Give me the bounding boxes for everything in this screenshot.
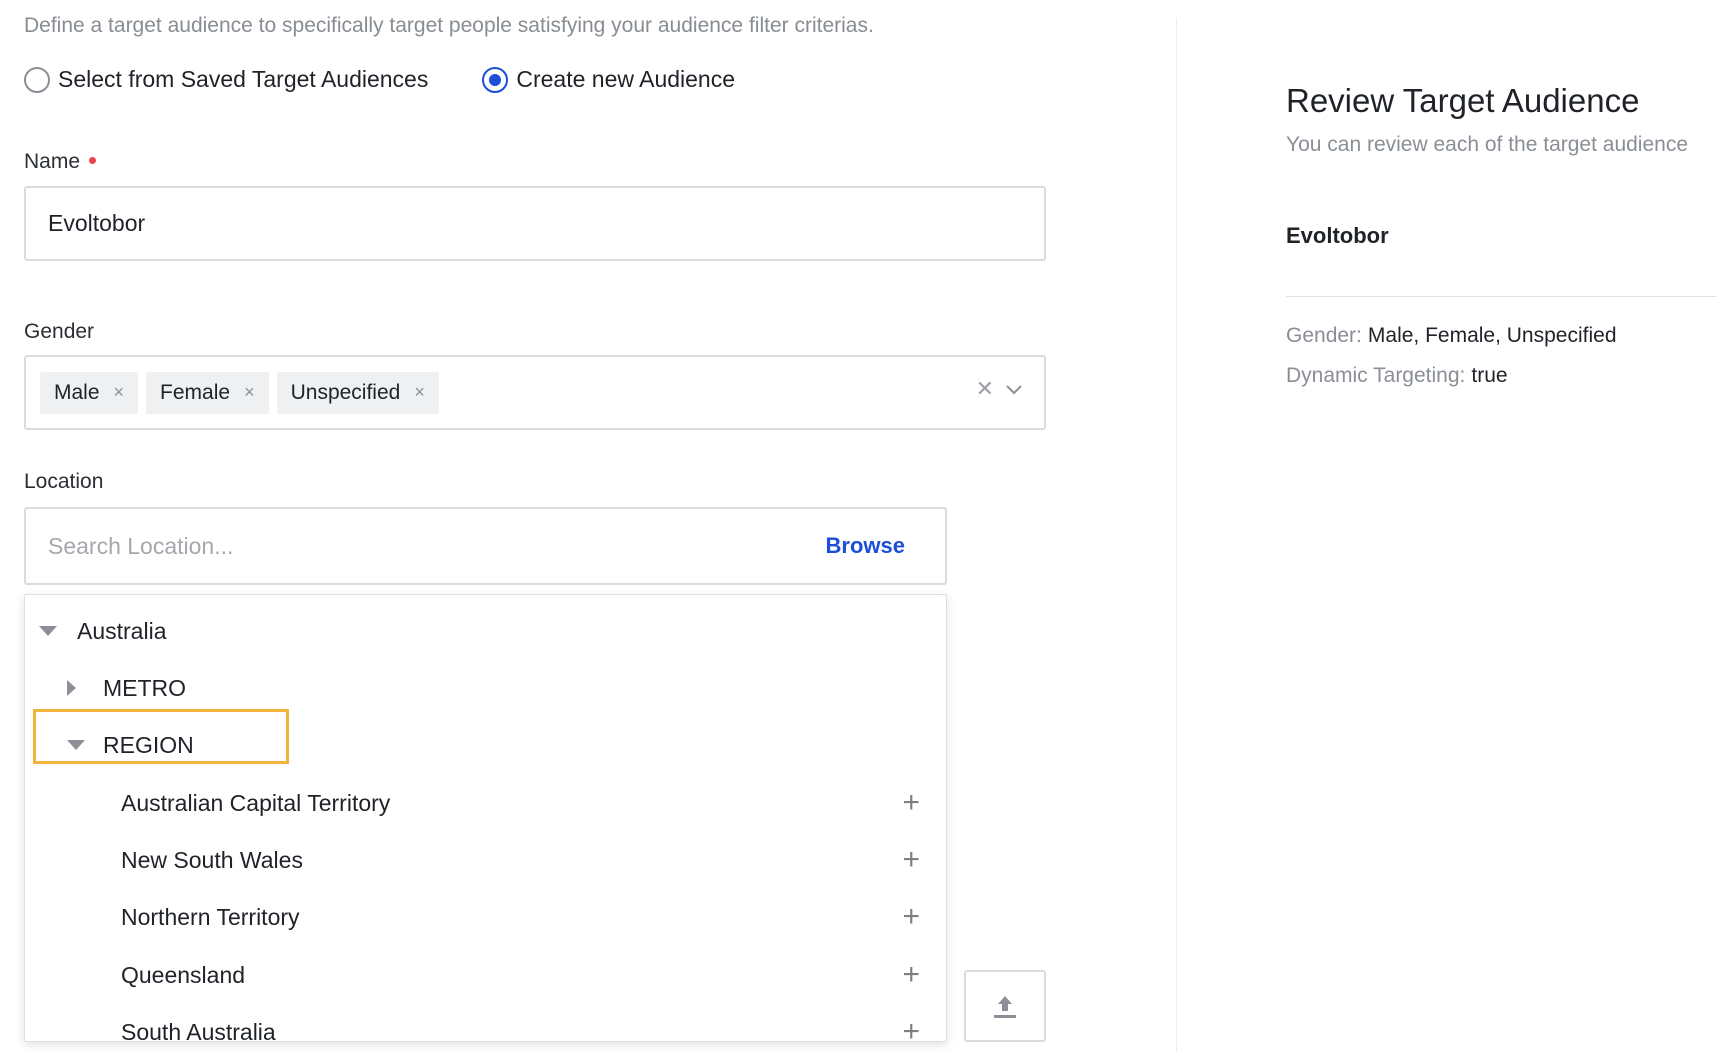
chip-label: Unspecified <box>290 380 401 404</box>
caret-down-icon[interactable] <box>67 740 85 750</box>
review-gender-value: Male, Female, Unspecified <box>1367 324 1617 347</box>
intro-text: Define a target audience to specifically… <box>24 14 874 37</box>
chip-remove-icon[interactable]: × <box>414 382 425 403</box>
tree-node-region[interactable]: REGION <box>25 717 946 773</box>
caret-down-icon[interactable] <box>39 626 57 636</box>
name-label: Name <box>24 150 97 174</box>
plus-icon[interactable]: + <box>902 788 920 818</box>
tree-leaf-label: New South Wales <box>121 846 303 873</box>
chip-remove-icon[interactable]: × <box>114 382 125 403</box>
location-search-input[interactable] <box>26 509 786 583</box>
tree-node-label: METRO <box>103 674 187 701</box>
tree-leaf-nt[interactable]: Northern Territory + <box>25 889 946 945</box>
plus-icon[interactable]: + <box>902 1017 920 1042</box>
chip-label: Female <box>160 380 231 404</box>
tree-leaf-label: Australian Capital Territory <box>121 789 391 816</box>
chip-remove-icon[interactable]: × <box>244 382 255 403</box>
gender-chip-male: Male × <box>40 371 139 414</box>
name-input[interactable] <box>24 186 1046 261</box>
radio-create-indicator[interactable] <box>482 66 509 93</box>
plus-icon[interactable]: + <box>902 902 920 932</box>
location-search-box: Browse <box>24 507 947 585</box>
gender-multiselect[interactable]: Male × Female × Unspecified × ✕ <box>24 355 1046 430</box>
required-indicator <box>89 156 97 164</box>
review-divider <box>1286 296 1716 297</box>
chevron-down-icon[interactable] <box>1004 382 1024 396</box>
gender-label: Gender <box>24 320 95 343</box>
radio-saved-label: Select from Saved Target Audiences <box>58 66 429 92</box>
upload-button[interactable] <box>964 970 1046 1042</box>
location-label: Location <box>24 470 104 493</box>
review-gender-key: Gender: <box>1286 324 1362 347</box>
tree-node-label: Australia <box>77 617 167 644</box>
radio-create-label: Create new Audience <box>516 66 736 92</box>
plus-icon[interactable]: + <box>902 960 920 990</box>
chip-label: Male <box>54 380 100 404</box>
tree-node-australia[interactable]: Australia <box>25 603 946 659</box>
caret-right-icon[interactable] <box>67 680 76 696</box>
gender-chip-unspecified: Unspecified × <box>276 371 439 414</box>
upload-icon <box>994 996 1016 1018</box>
panel-divider <box>1176 18 1177 1052</box>
tree-leaf-sa[interactable]: South Australia + <box>25 1004 946 1042</box>
tree-leaf-nsw[interactable]: New South Wales + <box>25 832 946 888</box>
tree-leaf-act[interactable]: Australian Capital Territory + <box>25 775 946 831</box>
review-dynamic-key: Dynamic Targeting: <box>1286 364 1466 387</box>
location-tree: Australia METRO REGION Australian Capita… <box>24 594 947 1042</box>
review-dynamic-line: Dynamic Targeting: true <box>1286 364 1508 388</box>
browse-button[interactable]: Browse <box>826 533 905 559</box>
tree-leaf-qld[interactable]: Queensland + <box>25 947 946 1003</box>
audience-mode-radio-group: Select from Saved Target Audiences Creat… <box>24 66 789 93</box>
radio-saved-audiences[interactable]: Select from Saved Target Audiences <box>24 66 428 93</box>
review-title: Review Target Audience <box>1286 82 1640 119</box>
name-label-text: Name <box>24 150 81 173</box>
review-subtitle: You can review each of the target audien… <box>1286 133 1689 156</box>
clear-icon[interactable]: ✕ <box>976 376 994 402</box>
plus-icon[interactable]: + <box>902 845 920 875</box>
tree-leaf-label: Queensland <box>121 961 246 988</box>
radio-create-new-audience[interactable]: Create new Audience <box>482 66 735 93</box>
radio-saved-indicator[interactable] <box>24 66 50 93</box>
review-audience-name: Evoltobor <box>1286 223 1389 248</box>
gender-chip-female: Female × <box>146 371 269 414</box>
tree-node-label: REGION <box>103 731 194 758</box>
tree-node-metro[interactable]: METRO <box>25 660 946 716</box>
review-gender-line: Gender: Male, Female, Unspecified <box>1286 324 1617 348</box>
review-dynamic-value: true <box>1471 364 1508 387</box>
tree-leaf-label: South Australia <box>121 1018 276 1042</box>
tree-leaf-label: Northern Territory <box>121 903 300 930</box>
